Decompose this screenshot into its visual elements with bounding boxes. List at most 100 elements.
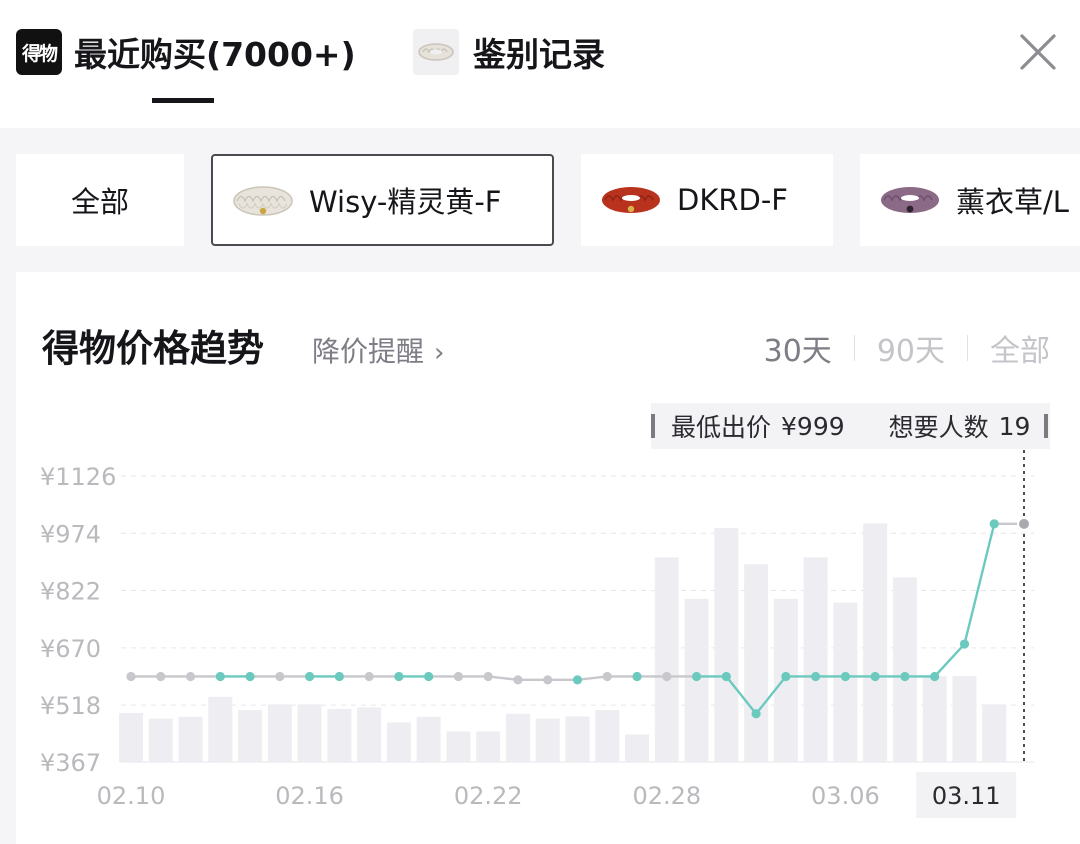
tooltip-marker (651, 414, 655, 438)
price-point (453, 671, 464, 682)
price-point (424, 671, 434, 682)
volume-bar (208, 696, 233, 762)
scrunchie-thumb-icon (413, 29, 459, 75)
tooltip-lowest-bid-value: ¥999 (781, 411, 845, 441)
chart-tooltip: 最低出价 ¥999 想要人数 19 (651, 403, 1050, 449)
dewu-logo-icon: 得物 (16, 29, 62, 75)
price-point (989, 519, 999, 529)
scrunchie-red-icon (602, 187, 660, 213)
header: 得物 最近购买(7000+) 鉴别记录 (0, 0, 1080, 128)
tooltip-want-count-value: 19 (998, 411, 1031, 441)
price-point (364, 671, 374, 682)
x-tick-label: 02.16 (275, 782, 344, 810)
volume-bar (505, 713, 530, 762)
volume-bar (863, 523, 888, 762)
x-tick-label: 02.10 (97, 782, 166, 810)
price-point (126, 671, 136, 682)
tab-recent-purchases[interactable]: 得物 最近购买(7000+) (16, 24, 356, 80)
volume-bar (386, 722, 411, 762)
active-tab-indicator (152, 98, 214, 103)
volume-bar (595, 710, 620, 762)
x-tick-label: 02.22 (454, 782, 523, 810)
volume-bar (625, 734, 650, 762)
volume-bar (535, 718, 560, 762)
tab-authentication-records-label: 鉴别记录 (473, 35, 605, 74)
filter-chip-lavender[interactable]: 薰衣草/L (860, 154, 1080, 246)
price-point (930, 671, 940, 682)
price-trend-card: 得物价格趋势 降价提醒 › 30天 90天 全部 ¥1126 ¥974 ¥822 ¥67… (16, 272, 1080, 844)
price-point (245, 671, 255, 682)
filter-chip-wisy-yellow[interactable]: Wisy-精灵黄-F (211, 154, 554, 246)
volume-bar (744, 564, 769, 762)
volume-bar (297, 704, 322, 762)
volume-bar (267, 704, 292, 762)
filter-chip-label: Wisy-精灵黄-F (309, 185, 502, 219)
tooltip-lowest-bid-label: 最低出价 (671, 413, 772, 442)
volume-bar (238, 710, 263, 762)
price-point (543, 675, 553, 685)
x-tick-label: 03.06 (811, 782, 880, 810)
volume-bar (922, 676, 947, 762)
price-point (572, 675, 583, 685)
price-point (483, 671, 493, 682)
y-tick-label: ¥367 (40, 749, 101, 777)
price-point (334, 671, 344, 682)
price-point (156, 671, 166, 682)
tooltip-marker (1044, 414, 1049, 438)
y-tick-label: ¥822 (40, 578, 101, 606)
filter-chip-label: DKRD-F (677, 183, 788, 217)
volume-bar (178, 716, 203, 762)
volume-bar (476, 731, 501, 762)
y-tick-label: ¥518 (40, 692, 101, 720)
volume-bar (327, 708, 352, 762)
price-point (811, 671, 821, 682)
price-point (840, 671, 851, 682)
volume-bar (952, 676, 977, 762)
price-point (900, 671, 910, 682)
price-point (275, 671, 285, 682)
volume-bar (982, 704, 1007, 762)
volume-bar (654, 557, 679, 762)
tab-recent-purchases-label: 最近购买(7000+) (74, 35, 356, 74)
y-tick-label: ¥670 (40, 635, 101, 663)
price-line-segment (933, 642, 966, 678)
price-point (185, 671, 196, 682)
close-button[interactable] (1014, 28, 1062, 76)
tab-authentication-records[interactable]: 鉴别记录 (413, 24, 605, 80)
volume-bar (892, 577, 917, 762)
price-point (1017, 516, 1031, 531)
scrunchie-lavender-icon (881, 187, 939, 213)
y-tick-label: ¥974 (40, 520, 101, 548)
volume-bar (416, 716, 441, 762)
price-trend-chart[interactable]: ¥1126 ¥974 ¥822 ¥670 ¥518 ¥367 02.10 02.16 02.22… (16, 272, 1080, 844)
price-point (781, 671, 791, 682)
volume-bar (148, 718, 173, 762)
filter-chip-all[interactable]: 全部 (16, 154, 184, 246)
y-tick-label: ¥1126 (40, 463, 116, 491)
volume-bar (833, 602, 858, 762)
volume-bar (446, 731, 471, 762)
x-tick-label: 02.28 (632, 782, 701, 810)
tooltip-want-count-label: 想要人数 (888, 413, 989, 442)
volume-bar (714, 528, 739, 762)
price-point (305, 671, 315, 682)
volume-bar (357, 707, 382, 762)
filter-chip-label: 薰衣草/L (956, 185, 1069, 219)
price-point (602, 671, 612, 682)
volume-bar (803, 557, 828, 762)
price-point (632, 671, 642, 682)
price-point (870, 671, 880, 682)
filter-chip-dkrd[interactable]: DKRD-F (581, 154, 833, 246)
scrunchie-cream-icon (233, 186, 293, 216)
price-point (721, 671, 731, 682)
price-point (662, 671, 672, 682)
volume-bar (119, 713, 143, 762)
price-point (215, 671, 225, 682)
volume-bar (565, 716, 590, 762)
price-point (959, 639, 970, 649)
price-line-segment (963, 522, 996, 646)
price-point (513, 675, 523, 685)
filter-chip-label: 全部 (70, 185, 129, 219)
variant-filter-bar: 全部 Wisy-精灵黄-F DKRD-F 薰衣草/L (0, 154, 1080, 246)
x-tick-label: 03.11 (932, 782, 1001, 810)
